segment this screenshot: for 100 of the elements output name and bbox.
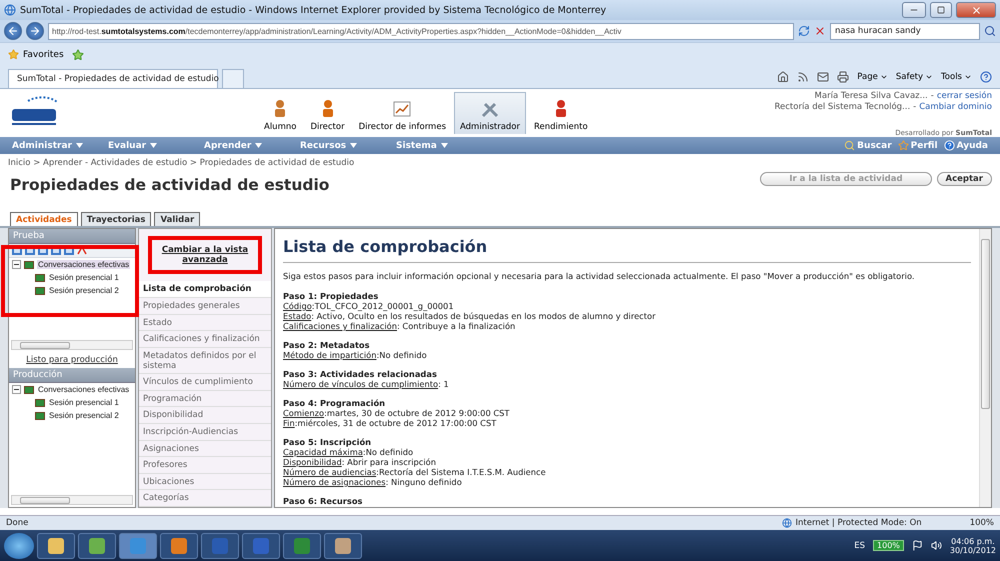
flag-icon [912, 540, 923, 551]
field-value: : Activo, Oculto en los resultados de búsquedas en los modos de alumno y director [311, 311, 656, 321]
change-domain-link[interactable]: Cambiar dominio [919, 102, 992, 112]
field-link[interactable]: Código [283, 301, 312, 311]
address-field[interactable]: http://rod-test.sumtotalsystems.com/tecdemonterrey/app/administration/Learning/Activity/ADM_ActivityProperties.aspx?hidden__ActionMode=0&hidden__Activ [48, 22, 794, 40]
collapse-icon[interactable] [12, 260, 21, 269]
tree-item[interactable]: Sesión presencial 1 [48, 273, 120, 282]
maximize-button[interactable] [930, 2, 952, 18]
caret-icon [150, 143, 158, 148]
back-icon [7, 25, 19, 37]
scrollbar[interactable] [11, 340, 133, 350]
logout-link[interactable]: cerrar sesión [936, 91, 992, 101]
field-value: : Contribuye a la finalización [397, 321, 516, 331]
field-link[interactable]: Fin [283, 418, 295, 428]
mail-icon [817, 71, 830, 83]
field-link[interactable]: Número de audiencias [283, 467, 376, 477]
volume-icon [930, 540, 942, 551]
search-field[interactable]: nasa huracan sandy [830, 22, 980, 40]
role-tab[interactable]: Rendimiento [528, 96, 594, 134]
status-text: Done [6, 518, 28, 528]
forward-button[interactable] [26, 22, 44, 40]
field-link[interactable]: Calificaciones y finalización [283, 321, 397, 331]
field-link[interactable]: Disponibilidad [283, 457, 342, 467]
taskbar-button[interactable] [119, 532, 157, 558]
field-value: :Rectoría del Sistema I.T.E.S.M. Audience [376, 467, 546, 477]
field-value: :No definido [362, 447, 414, 457]
new-tab-button[interactable] [222, 69, 244, 88]
nav-item[interactable]: Calificaciones y finalización [139, 331, 271, 348]
nav-item[interactable]: Vínculos de cumplimiento [139, 374, 271, 391]
scrollbar[interactable] [11, 495, 133, 505]
caret-icon [880, 73, 888, 81]
tree-item[interactable]: Sesión presencial 1 [48, 398, 120, 407]
page-button[interactable]: Aceptar [936, 172, 992, 186]
nav-item[interactable]: Categorías [139, 490, 271, 508]
tree-item[interactable]: Sesión presencial 2 [48, 286, 120, 295]
field-link[interactable]: Estado [283, 311, 312, 321]
role-tab[interactable]: Alumno [258, 96, 302, 134]
delete-icon[interactable] [77, 246, 87, 255]
scrollbar[interactable] [979, 229, 991, 507]
back-button[interactable] [4, 22, 22, 40]
zone-text: Internet | Protected Mode: On [795, 518, 922, 528]
tree-item[interactable]: Conversaciones efectivas [37, 260, 130, 269]
tree-item[interactable]: Conversaciones efectivas [37, 385, 130, 394]
command-menu[interactable]: Tools [941, 72, 972, 82]
role-tab[interactable]: Director [304, 96, 351, 134]
section-heading: Lista de comprobación [283, 237, 971, 263]
caret-icon [964, 73, 972, 81]
taskbar-button[interactable] [324, 532, 362, 558]
taskbar-button[interactable] [37, 532, 75, 558]
command-menu[interactable]: Page [857, 72, 888, 82]
minimize-button[interactable] [902, 2, 926, 18]
ready-link[interactable]: Listo para producción [9, 352, 135, 368]
role-tab[interactable]: Director de informes [352, 96, 452, 134]
help-icon [944, 140, 955, 151]
field-link[interactable]: Método de impartición [283, 350, 376, 360]
taskbar-button[interactable] [283, 532, 321, 558]
caret-icon [76, 143, 83, 148]
panel-header: Producción [9, 368, 135, 383]
star-icon [8, 49, 19, 60]
maximize-icon [937, 6, 945, 14]
start-button[interactable] [4, 532, 34, 558]
field-value: :martes, 30 de octubre de 2012 9:00:00 CST [324, 408, 510, 418]
taskbar-button[interactable] [78, 532, 116, 558]
field-value: :TOL_CFCO_2012_00001_g_00001 [312, 301, 454, 311]
separator: - [930, 91, 934, 101]
step-title: Paso 3: Actividades relacionadas [283, 369, 438, 379]
search-icon [984, 25, 996, 37]
battery-indicator[interactable]: 100% [873, 540, 904, 551]
browser-tab[interactable]: SumTotal - Propiedades de actividad de estudio [8, 69, 218, 88]
role-tab[interactable]: Administrador [454, 92, 526, 134]
page-tab[interactable]: Validar [154, 212, 200, 226]
close-button[interactable] [956, 2, 996, 18]
field-link[interactable]: Comienzo [283, 408, 324, 418]
home-icon [777, 71, 790, 83]
page-tab[interactable]: Trayectorias [80, 212, 152, 226]
advanced-view-link[interactable]: Cambiar a la vista avanzada [148, 236, 262, 274]
taskbar-button[interactable] [160, 532, 198, 558]
field-link[interactable]: Capacidad máxima [283, 447, 363, 457]
browser-icon [4, 4, 16, 16]
command-menu[interactable]: Safety [896, 72, 934, 82]
step-title: Paso 6: Recursos [283, 496, 364, 506]
step-title: Paso 5: Inscripción [283, 437, 372, 447]
language-indicator[interactable]: ES [854, 540, 866, 550]
field-link[interactable]: Número de vínculos de cumplimiento [283, 379, 438, 389]
breadcrumb: Inicio > Aprender - Actividades de estudio > Propiedades de actividad de estudio [7, 157, 356, 168]
field-value: :miércoles, 31 de octubre de 2012 17:00:00 CST [294, 418, 496, 428]
clock[interactable]: 04:06 p.m. 30/10/2012 [950, 536, 996, 554]
field-value: : Ninguno definido [386, 477, 462, 487]
caret-icon [255, 143, 262, 148]
favorites-button[interactable]: Favorites [8, 49, 64, 60]
search-icon [844, 140, 856, 151]
separator: - [913, 102, 916, 112]
field-link[interactable]: Número de asignaciones [283, 477, 386, 487]
page-tab[interactable]: Actividades [10, 212, 78, 226]
caret-icon [925, 73, 934, 81]
zoom-level[interactable]: 100% [970, 518, 994, 528]
nav-item[interactable]: Lista de comprobación [139, 281, 271, 298]
help-icon [980, 71, 992, 83]
tree-item[interactable]: Sesión presencial 2 [48, 411, 120, 420]
collapse-icon[interactable] [12, 385, 21, 394]
